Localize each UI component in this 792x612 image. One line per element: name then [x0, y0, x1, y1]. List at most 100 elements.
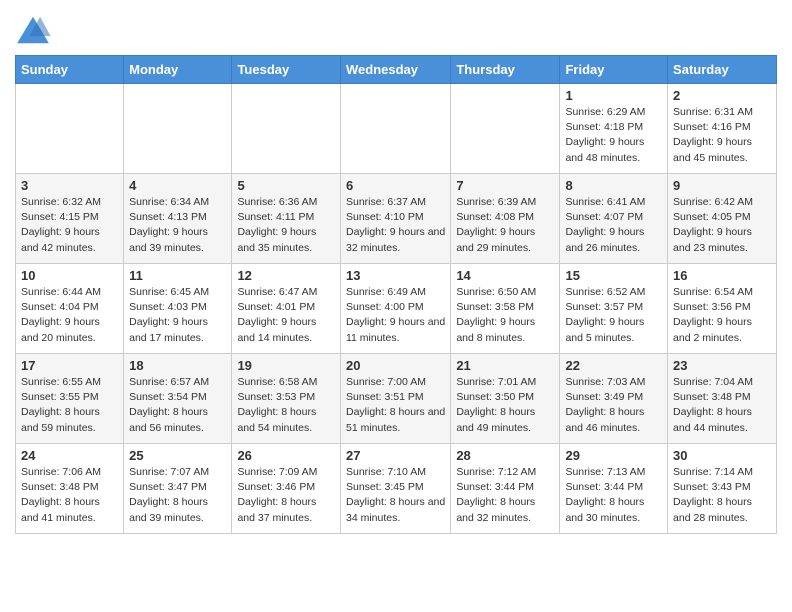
day-cell — [340, 84, 450, 174]
day-info: Sunrise: 7:12 AMSunset: 3:44 PMDaylight:… — [456, 465, 554, 526]
day-number: 8 — [565, 178, 662, 193]
day-cell: 18 Sunrise: 6:57 AMSunset: 3:54 PMDayligh… — [124, 354, 232, 444]
day-cell — [451, 84, 560, 174]
header-tuesday: Tuesday — [232, 56, 341, 84]
day-info: Sunrise: 7:07 AMSunset: 3:47 PMDaylight:… — [129, 465, 226, 526]
day-info: Sunrise: 6:32 AMSunset: 4:15 PMDaylight:… — [21, 195, 118, 256]
day-cell: 29 Sunrise: 7:13 AMSunset: 3:44 PMDayligh… — [560, 444, 668, 534]
day-info: Sunrise: 6:39 AMSunset: 4:08 PMDaylight:… — [456, 195, 554, 256]
day-cell: 21Sunrise: 7:01 AMSunset: 3:50 PMDayligh… — [451, 354, 560, 444]
day-number: 4 — [129, 178, 226, 193]
day-cell: 12 Sunrise: 6:47 AMSunset: 4:01 PMDayligh… — [232, 264, 341, 354]
day-info: Sunrise: 6:47 AMSunset: 4:01 PMDaylight:… — [237, 285, 335, 346]
day-cell: 17Sunrise: 6:55 AMSunset: 3:55 PMDayligh… — [16, 354, 124, 444]
day-number: 22 — [565, 358, 662, 373]
day-cell: 2 Sunrise: 6:31 AMSunset: 4:16 PMDaylight… — [668, 84, 777, 174]
day-cell — [16, 84, 124, 174]
day-number: 17 — [21, 358, 118, 373]
day-number: 23 — [673, 358, 771, 373]
day-info: Sunrise: 6:49 AMSunset: 4:00 PMDaylight:… — [346, 285, 445, 346]
day-info: Sunrise: 6:45 AMSunset: 4:03 PMDaylight:… — [129, 285, 226, 346]
header-saturday: Saturday — [668, 56, 777, 84]
header-monday: Monday — [124, 56, 232, 84]
day-cell: 14 Sunrise: 6:50 AMSunset: 3:58 PMDayligh… — [451, 264, 560, 354]
day-number: 15 — [565, 268, 662, 283]
day-cell: 30Sunrise: 7:14 AMSunset: 3:43 PMDayligh… — [668, 444, 777, 534]
day-info: Sunrise: 6:54 AMSunset: 3:56 PMDaylight:… — [673, 285, 771, 346]
day-info: Sunrise: 7:13 AMSunset: 3:44 PMDaylight:… — [565, 465, 662, 526]
day-cell: 11Sunrise: 6:45 AMSunset: 4:03 PMDayligh… — [124, 264, 232, 354]
week-row-3: 10 Sunrise: 6:44 AMSunset: 4:04 PMDayligh… — [16, 264, 777, 354]
day-info: Sunrise: 7:04 AMSunset: 3:48 PMDaylight:… — [673, 375, 771, 436]
day-number: 16 — [673, 268, 771, 283]
day-number: 29 — [565, 448, 662, 463]
day-cell: 1 Sunrise: 6:29 AMSunset: 4:18 PMDaylight… — [560, 84, 668, 174]
week-row-2: 3 Sunrise: 6:32 AMSunset: 4:15 PMDaylight… — [16, 174, 777, 264]
day-info: Sunrise: 7:06 AMSunset: 3:48 PMDaylight:… — [21, 465, 118, 526]
header-sunday: Sunday — [16, 56, 124, 84]
day-info: Sunrise: 6:29 AMSunset: 4:18 PMDaylight:… — [565, 105, 662, 166]
week-row-4: 17Sunrise: 6:55 AMSunset: 3:55 PMDayligh… — [16, 354, 777, 444]
day-cell: 16 Sunrise: 6:54 AMSunset: 3:56 PMDayligh… — [668, 264, 777, 354]
day-cell: 3 Sunrise: 6:32 AMSunset: 4:15 PMDaylight… — [16, 174, 124, 264]
day-number: 12 — [237, 268, 335, 283]
day-info: Sunrise: 6:42 AMSunset: 4:05 PMDaylight:… — [673, 195, 771, 256]
day-number: 5 — [237, 178, 335, 193]
day-cell: 25 Sunrise: 7:07 AMSunset: 3:47 PMDayligh… — [124, 444, 232, 534]
day-info: Sunrise: 7:00 AMSunset: 3:51 PMDaylight:… — [346, 375, 445, 436]
day-cell: 26 Sunrise: 7:09 AMSunset: 3:46 PMDayligh… — [232, 444, 341, 534]
day-number: 7 — [456, 178, 554, 193]
day-cell: 28 Sunrise: 7:12 AMSunset: 3:44 PMDayligh… — [451, 444, 560, 534]
day-cell: 8 Sunrise: 6:41 AMSunset: 4:07 PMDaylight… — [560, 174, 668, 264]
day-info: Sunrise: 6:57 AMSunset: 3:54 PMDaylight:… — [129, 375, 226, 436]
day-number: 25 — [129, 448, 226, 463]
day-cell: 9 Sunrise: 6:42 AMSunset: 4:05 PMDaylight… — [668, 174, 777, 264]
day-cell: 5 Sunrise: 6:36 AMSunset: 4:11 PMDaylight… — [232, 174, 341, 264]
logo — [15, 15, 55, 45]
day-info: Sunrise: 7:09 AMSunset: 3:46 PMDaylight:… — [237, 465, 335, 526]
day-cell: 24Sunrise: 7:06 AMSunset: 3:48 PMDayligh… — [16, 444, 124, 534]
day-info: Sunrise: 6:44 AMSunset: 4:04 PMDaylight:… — [21, 285, 118, 346]
header-wednesday: Wednesday — [340, 56, 450, 84]
day-info: Sunrise: 6:58 AMSunset: 3:53 PMDaylight:… — [237, 375, 335, 436]
day-number: 3 — [21, 178, 118, 193]
day-info: Sunrise: 7:14 AMSunset: 3:43 PMDaylight:… — [673, 465, 771, 526]
day-info: Sunrise: 6:41 AMSunset: 4:07 PMDaylight:… — [565, 195, 662, 256]
day-info: Sunrise: 6:34 AMSunset: 4:13 PMDaylight:… — [129, 195, 226, 256]
day-number: 20 — [346, 358, 445, 373]
logo-icon — [15, 15, 51, 45]
day-info: Sunrise: 7:10 AMSunset: 3:45 PMDaylight:… — [346, 465, 445, 526]
day-number: 14 — [456, 268, 554, 283]
calendar-table: SundayMondayTuesdayWednesdayThursdayFrid… — [15, 55, 777, 534]
day-cell: 20 Sunrise: 7:00 AMSunset: 3:51 PMDayligh… — [340, 354, 450, 444]
day-cell: 22Sunrise: 7:03 AMSunset: 3:49 PMDayligh… — [560, 354, 668, 444]
day-info: Sunrise: 6:36 AMSunset: 4:11 PMDaylight:… — [237, 195, 335, 256]
day-number: 27 — [346, 448, 445, 463]
day-cell: 27 Sunrise: 7:10 AMSunset: 3:45 PMDayligh… — [340, 444, 450, 534]
day-cell: 13Sunrise: 6:49 AMSunset: 4:00 PMDayligh… — [340, 264, 450, 354]
week-row-1: 1 Sunrise: 6:29 AMSunset: 4:18 PMDaylight… — [16, 84, 777, 174]
week-row-5: 24Sunrise: 7:06 AMSunset: 3:48 PMDayligh… — [16, 444, 777, 534]
day-number: 10 — [21, 268, 118, 283]
day-number: 18 — [129, 358, 226, 373]
day-cell: 7 Sunrise: 6:39 AMSunset: 4:08 PMDaylight… — [451, 174, 560, 264]
day-info: Sunrise: 6:37 AMSunset: 4:10 PMDaylight:… — [346, 195, 445, 256]
day-cell — [124, 84, 232, 174]
day-cell: 4 Sunrise: 6:34 AMSunset: 4:13 PMDaylight… — [124, 174, 232, 264]
day-cell — [232, 84, 341, 174]
day-cell: 19 Sunrise: 6:58 AMSunset: 3:53 PMDayligh… — [232, 354, 341, 444]
day-info: Sunrise: 6:31 AMSunset: 4:16 PMDaylight:… — [673, 105, 771, 166]
day-cell: 6 Sunrise: 6:37 AMSunset: 4:10 PMDaylight… — [340, 174, 450, 264]
day-number: 1 — [565, 88, 662, 103]
day-number: 28 — [456, 448, 554, 463]
day-number: 2 — [673, 88, 771, 103]
day-info: Sunrise: 7:01 AMSunset: 3:50 PMDaylight:… — [456, 375, 554, 436]
day-info: Sunrise: 6:50 AMSunset: 3:58 PMDaylight:… — [456, 285, 554, 346]
header-thursday: Thursday — [451, 56, 560, 84]
day-number: 9 — [673, 178, 771, 193]
day-number: 19 — [237, 358, 335, 373]
header-row: SundayMondayTuesdayWednesdayThursdayFrid… — [16, 56, 777, 84]
day-cell: 10 Sunrise: 6:44 AMSunset: 4:04 PMDayligh… — [16, 264, 124, 354]
day-number: 6 — [346, 178, 445, 193]
day-number: 26 — [237, 448, 335, 463]
